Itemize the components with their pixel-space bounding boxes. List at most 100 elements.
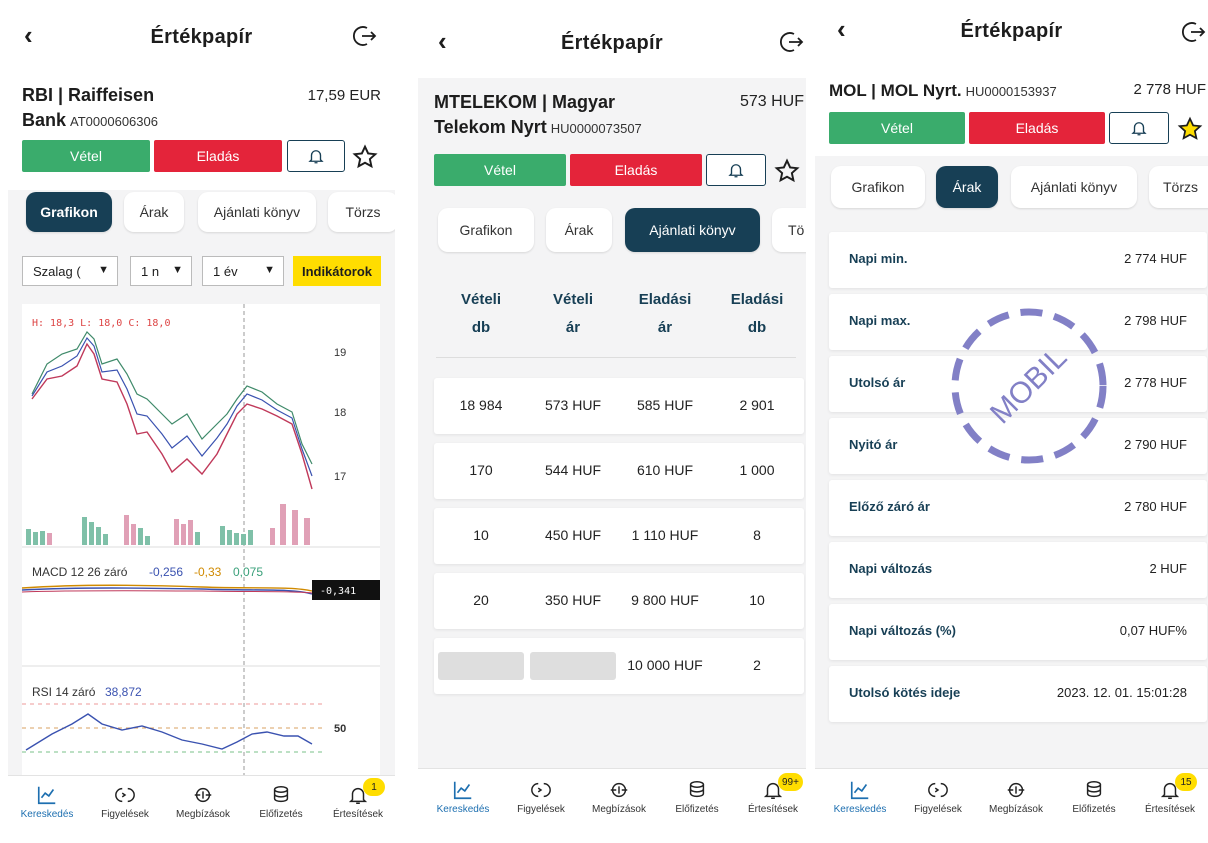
- screen-mol-prices: ‹ Értékpapír MOL | MOL Nyrt. HU0000153937…: [815, 0, 1208, 843]
- nav-megbizasok[interactable]: Megbízások: [166, 784, 240, 820]
- interval-select[interactable]: 1 n ▼: [130, 256, 192, 286]
- nav-elofizetes[interactable]: Előfizetés: [660, 779, 734, 815]
- header-line: Vételi: [460, 291, 502, 308]
- alert-button[interactable]: [287, 140, 345, 172]
- security-price: 573 HUF: [739, 93, 804, 110]
- coins-icon: [1086, 781, 1102, 798]
- tab-arak[interactable]: Árak: [936, 166, 998, 208]
- buy-button[interactable]: Vétel: [829, 112, 965, 144]
- nav-elofizetes[interactable]: Előfizetés: [244, 784, 318, 820]
- price-value: 2 778 HUF: [1124, 375, 1187, 390]
- tab-grafikon[interactable]: Grafikon: [831, 166, 925, 208]
- alert-button[interactable]: [1109, 112, 1169, 144]
- tab-torzs[interactable]: Törzs: [1149, 166, 1208, 208]
- cell-buy-qty: 170: [469, 462, 493, 478]
- price-row: Utolsó ár 2 778 HUF: [829, 356, 1207, 412]
- tab-ajanlati-konyv[interactable]: Ajánlati könyv: [198, 192, 316, 232]
- header-line: ár: [565, 319, 581, 336]
- buy-button[interactable]: Vétel: [22, 140, 150, 172]
- security-isin: HU0000153937: [965, 84, 1057, 99]
- range-select[interactable]: 1 év ▼: [202, 256, 284, 286]
- chevron-down-icon: ▼: [98, 264, 109, 276]
- logout-icon[interactable]: [353, 24, 377, 48]
- nav-label: Megbízások: [176, 809, 230, 820]
- tab-torzs[interactable]: Törzs: [328, 192, 395, 232]
- security-isin: HU0000073507: [550, 121, 642, 136]
- macd-histogram-value: 0,075: [233, 565, 263, 579]
- logout-icon[interactable]: [1182, 20, 1206, 44]
- sell-button[interactable]: Eladás: [969, 112, 1105, 144]
- coins-icon: [689, 781, 705, 798]
- volume-bar: [292, 510, 298, 545]
- volume-bar: [145, 536, 150, 545]
- macd-label: MACD 12 26 záró: [32, 565, 128, 579]
- favorite-star-icon[interactable]: [352, 144, 378, 170]
- bottom-nav: Kereskedés Figyelések Megbízások Előfize…: [8, 775, 395, 843]
- nav-elofizetes[interactable]: Előfizetés: [1057, 779, 1131, 815]
- tab-arak[interactable]: Árak: [546, 208, 612, 252]
- price-row: Előző záró ár 2 780 HUF: [829, 480, 1207, 536]
- security-isin: AT0000606306: [70, 114, 158, 129]
- volume-bar: [174, 519, 179, 545]
- price-row: Utolsó kötés ideje 2023. 12. 01. 15:01:28: [829, 666, 1207, 722]
- volume-bar: [138, 528, 143, 545]
- alert-button[interactable]: [706, 154, 766, 186]
- indicators-button[interactable]: Indikátorok: [293, 256, 381, 286]
- cell-buy-price: 573 HUF: [544, 397, 602, 413]
- nav-megbizasok[interactable]: Megbízások: [582, 779, 656, 815]
- orders-icon: [194, 787, 212, 803]
- favorite-star-icon[interactable]: [1177, 116, 1203, 142]
- orderbook-header: Vételi db Vételi ár Eladási ár Eladási db: [436, 286, 796, 358]
- range-value: 1 év: [213, 263, 238, 279]
- volume-bar: [124, 515, 129, 545]
- cell-sell-price: 585 HUF: [636, 397, 694, 413]
- orderbook-row: 10 450 HUF 1 110 HUF 8: [434, 508, 804, 564]
- tab-grafikon[interactable]: Grafikon: [438, 208, 534, 252]
- cell-sell-qty: 1 000: [739, 462, 775, 478]
- security-name: RBI | Raiffeisen Bank AT0000606306: [22, 83, 272, 134]
- cell-buy-price: 544 HUF: [544, 462, 602, 478]
- nav-figyelesek[interactable]: Figyelések: [88, 784, 162, 820]
- ohlc-label: H: 18,3 L: 18,0 C: 18,0: [32, 318, 170, 329]
- chart-type-select[interactable]: Szalag (▼: [22, 256, 118, 286]
- top-bar: ‹ Értékpapír: [418, 0, 806, 78]
- nav-ertesitesek[interactable]: 99+ Értesítések: [736, 773, 806, 815]
- nav-kereskedes[interactable]: Kereskedés: [823, 779, 897, 815]
- price-label: Utolsó kötés ideje: [849, 685, 961, 700]
- tab-torzs[interactable]: Tö: [772, 208, 806, 252]
- cell-buy-qty: 20: [473, 592, 489, 608]
- nav-label: Értesítések: [332, 809, 384, 820]
- header-line: Eladási: [638, 291, 692, 308]
- orderbook-row: 20 350 HUF 9 800 HUF 10: [434, 573, 804, 629]
- nav-label: Kereskedés: [436, 804, 490, 815]
- cell-buy-qty: 10: [473, 527, 489, 543]
- tab-ajanlati-konyv[interactable]: Ajánlati könyv: [1011, 166, 1137, 208]
- nav-kereskedes[interactable]: Kereskedés: [10, 784, 84, 820]
- nav-megbizasok[interactable]: Megbízások: [979, 779, 1053, 815]
- tab-ajanlati-konyv[interactable]: Ajánlati könyv: [625, 208, 760, 252]
- tab-grafikon[interactable]: Grafikon: [26, 192, 112, 232]
- price-label: Napi változás (%): [849, 623, 956, 638]
- buy-button[interactable]: Vétel: [434, 154, 566, 186]
- price-label: Napi min.: [849, 251, 908, 266]
- security-price: 17,59 EUR: [307, 87, 381, 104]
- cell-sell-qty: 2 901: [739, 397, 775, 413]
- sell-button[interactable]: Eladás: [154, 140, 282, 172]
- nav-figyelesek[interactable]: Figyelések: [504, 779, 578, 815]
- tab-arak[interactable]: Árak: [124, 192, 184, 232]
- nav-ertesitesek[interactable]: 15 Értesítések: [1133, 773, 1207, 815]
- volume-bar: [270, 528, 275, 545]
- top-bar: ‹ Értékpapír: [8, 0, 395, 70]
- price-chart-svg: H: 18,3 L: 18,0 C: 18,0 19 18 17 MACD 12…: [21, 304, 380, 790]
- favorite-star-icon[interactable]: [774, 158, 800, 184]
- volume-bar: [241, 534, 246, 545]
- logout-icon[interactable]: [780, 30, 804, 54]
- header-line: Vételi: [552, 291, 594, 308]
- sell-button[interactable]: Eladás: [570, 154, 702, 186]
- nav-kereskedes[interactable]: Kereskedés: [426, 779, 500, 815]
- orderbook-row: 10 000 HUF 2: [434, 638, 804, 694]
- nav-ertesitesek[interactable]: 1 Értesítések: [321, 778, 395, 820]
- nav-label: Megbízások: [592, 804, 646, 815]
- nav-figyelesek[interactable]: Figyelések: [901, 779, 975, 815]
- price-chart[interactable]: H: 18,3 L: 18,0 C: 18,0 19 18 17 MACD 12…: [21, 304, 380, 790]
